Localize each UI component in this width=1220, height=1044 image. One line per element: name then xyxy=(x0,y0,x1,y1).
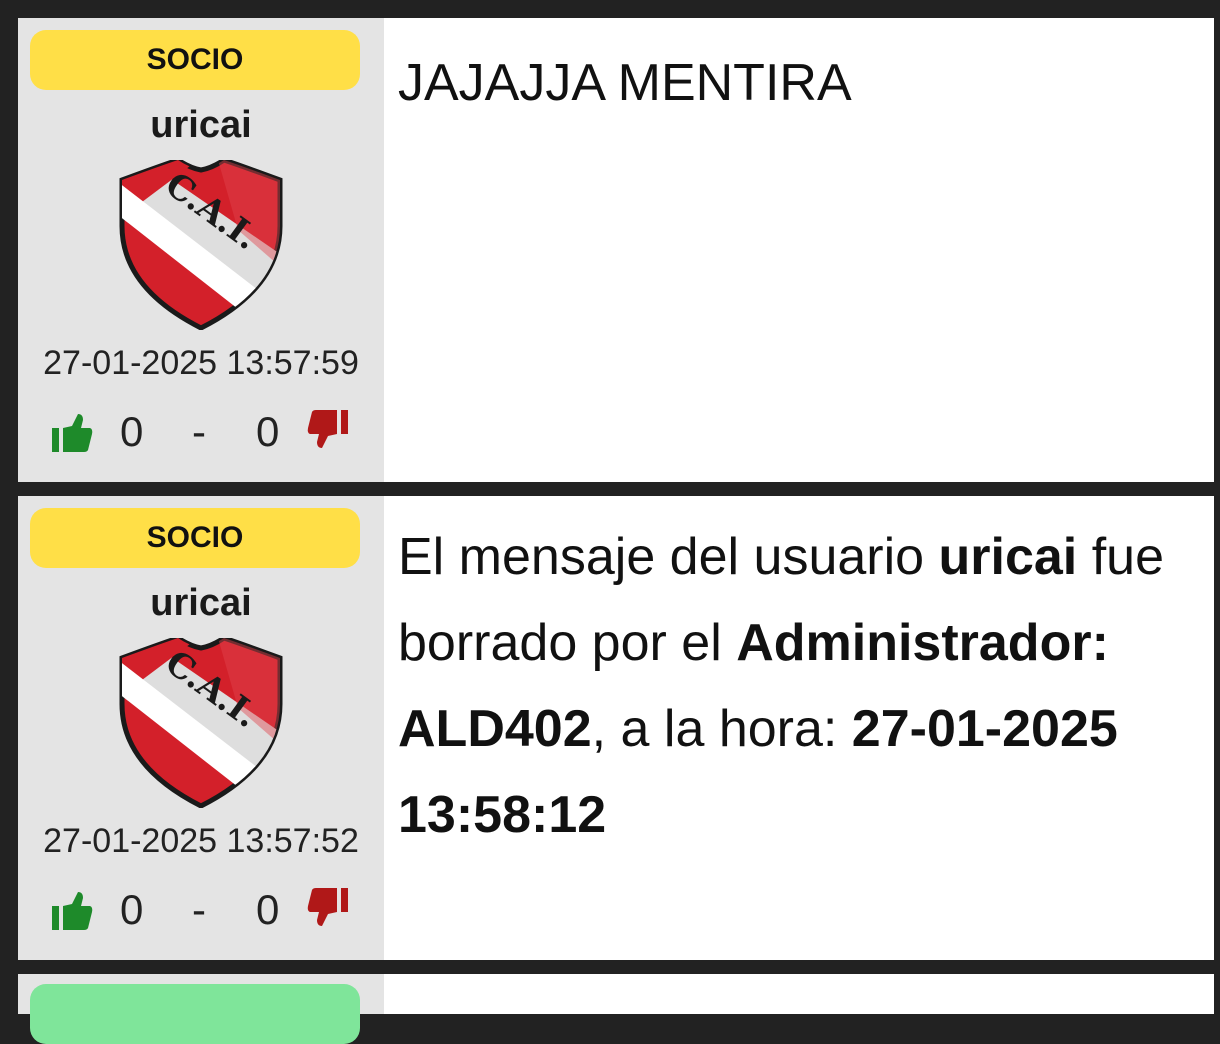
thumbs-up-icon[interactable] xyxy=(50,410,94,454)
forum-post xyxy=(18,974,1214,1044)
role-badge: SOCIO xyxy=(30,30,360,90)
post-content xyxy=(384,974,1214,1014)
thumbs-up-icon[interactable] xyxy=(50,888,94,932)
post-content: JAJAJJA MENTIRA xyxy=(384,18,1214,482)
role-badge xyxy=(30,984,360,1044)
deleted-user: uricai xyxy=(938,528,1078,586)
vote-bar: 0 - 0 xyxy=(18,886,384,936)
forum-post: SOCIO uricai C.A.I. 27-01-2025 13:57:59 xyxy=(18,18,1214,482)
vote-separator: - xyxy=(192,886,206,933)
avatar-crest: C.A.I. xyxy=(119,638,283,808)
avatar-crest: C.A.I. xyxy=(119,160,283,330)
deleted-message-notice: El mensaje del usuario uricai fue borrad… xyxy=(398,514,1178,858)
message-text: JAJAJJA MENTIRA xyxy=(398,54,852,112)
like-count: 0 xyxy=(120,886,144,933)
post-content: El mensaje del usuario uricai fue borrad… xyxy=(384,496,1214,960)
dislike-count: 0 xyxy=(256,408,280,455)
author-username[interactable]: uricai xyxy=(18,582,384,625)
dislike-count: 0 xyxy=(256,886,280,933)
vote-separator: - xyxy=(192,408,206,455)
post-timestamp: 27-01-2025 13:57:59 xyxy=(43,344,359,382)
like-count: 0 xyxy=(120,408,144,455)
post-author-panel: SOCIO uricai C.A.I. 27-01-2025 13:57:52 xyxy=(18,496,384,960)
forum-post: SOCIO uricai C.A.I. 27-01-2025 13:57:52 xyxy=(18,496,1214,960)
role-badge: SOCIO xyxy=(30,508,360,568)
thumbs-down-icon[interactable] xyxy=(306,408,350,452)
post-timestamp: 27-01-2025 13:57:52 xyxy=(43,822,359,860)
notice-prefix: El mensaje del usuario xyxy=(398,528,939,586)
thumbs-down-icon[interactable] xyxy=(306,886,350,930)
notice-suffix: , a la hora: xyxy=(591,700,852,758)
post-author-panel xyxy=(18,974,384,1044)
post-author-panel: SOCIO uricai C.A.I. 27-01-2025 13:57:59 xyxy=(18,18,384,482)
vote-bar: 0 - 0 xyxy=(18,408,384,458)
author-username[interactable]: uricai xyxy=(18,104,384,147)
